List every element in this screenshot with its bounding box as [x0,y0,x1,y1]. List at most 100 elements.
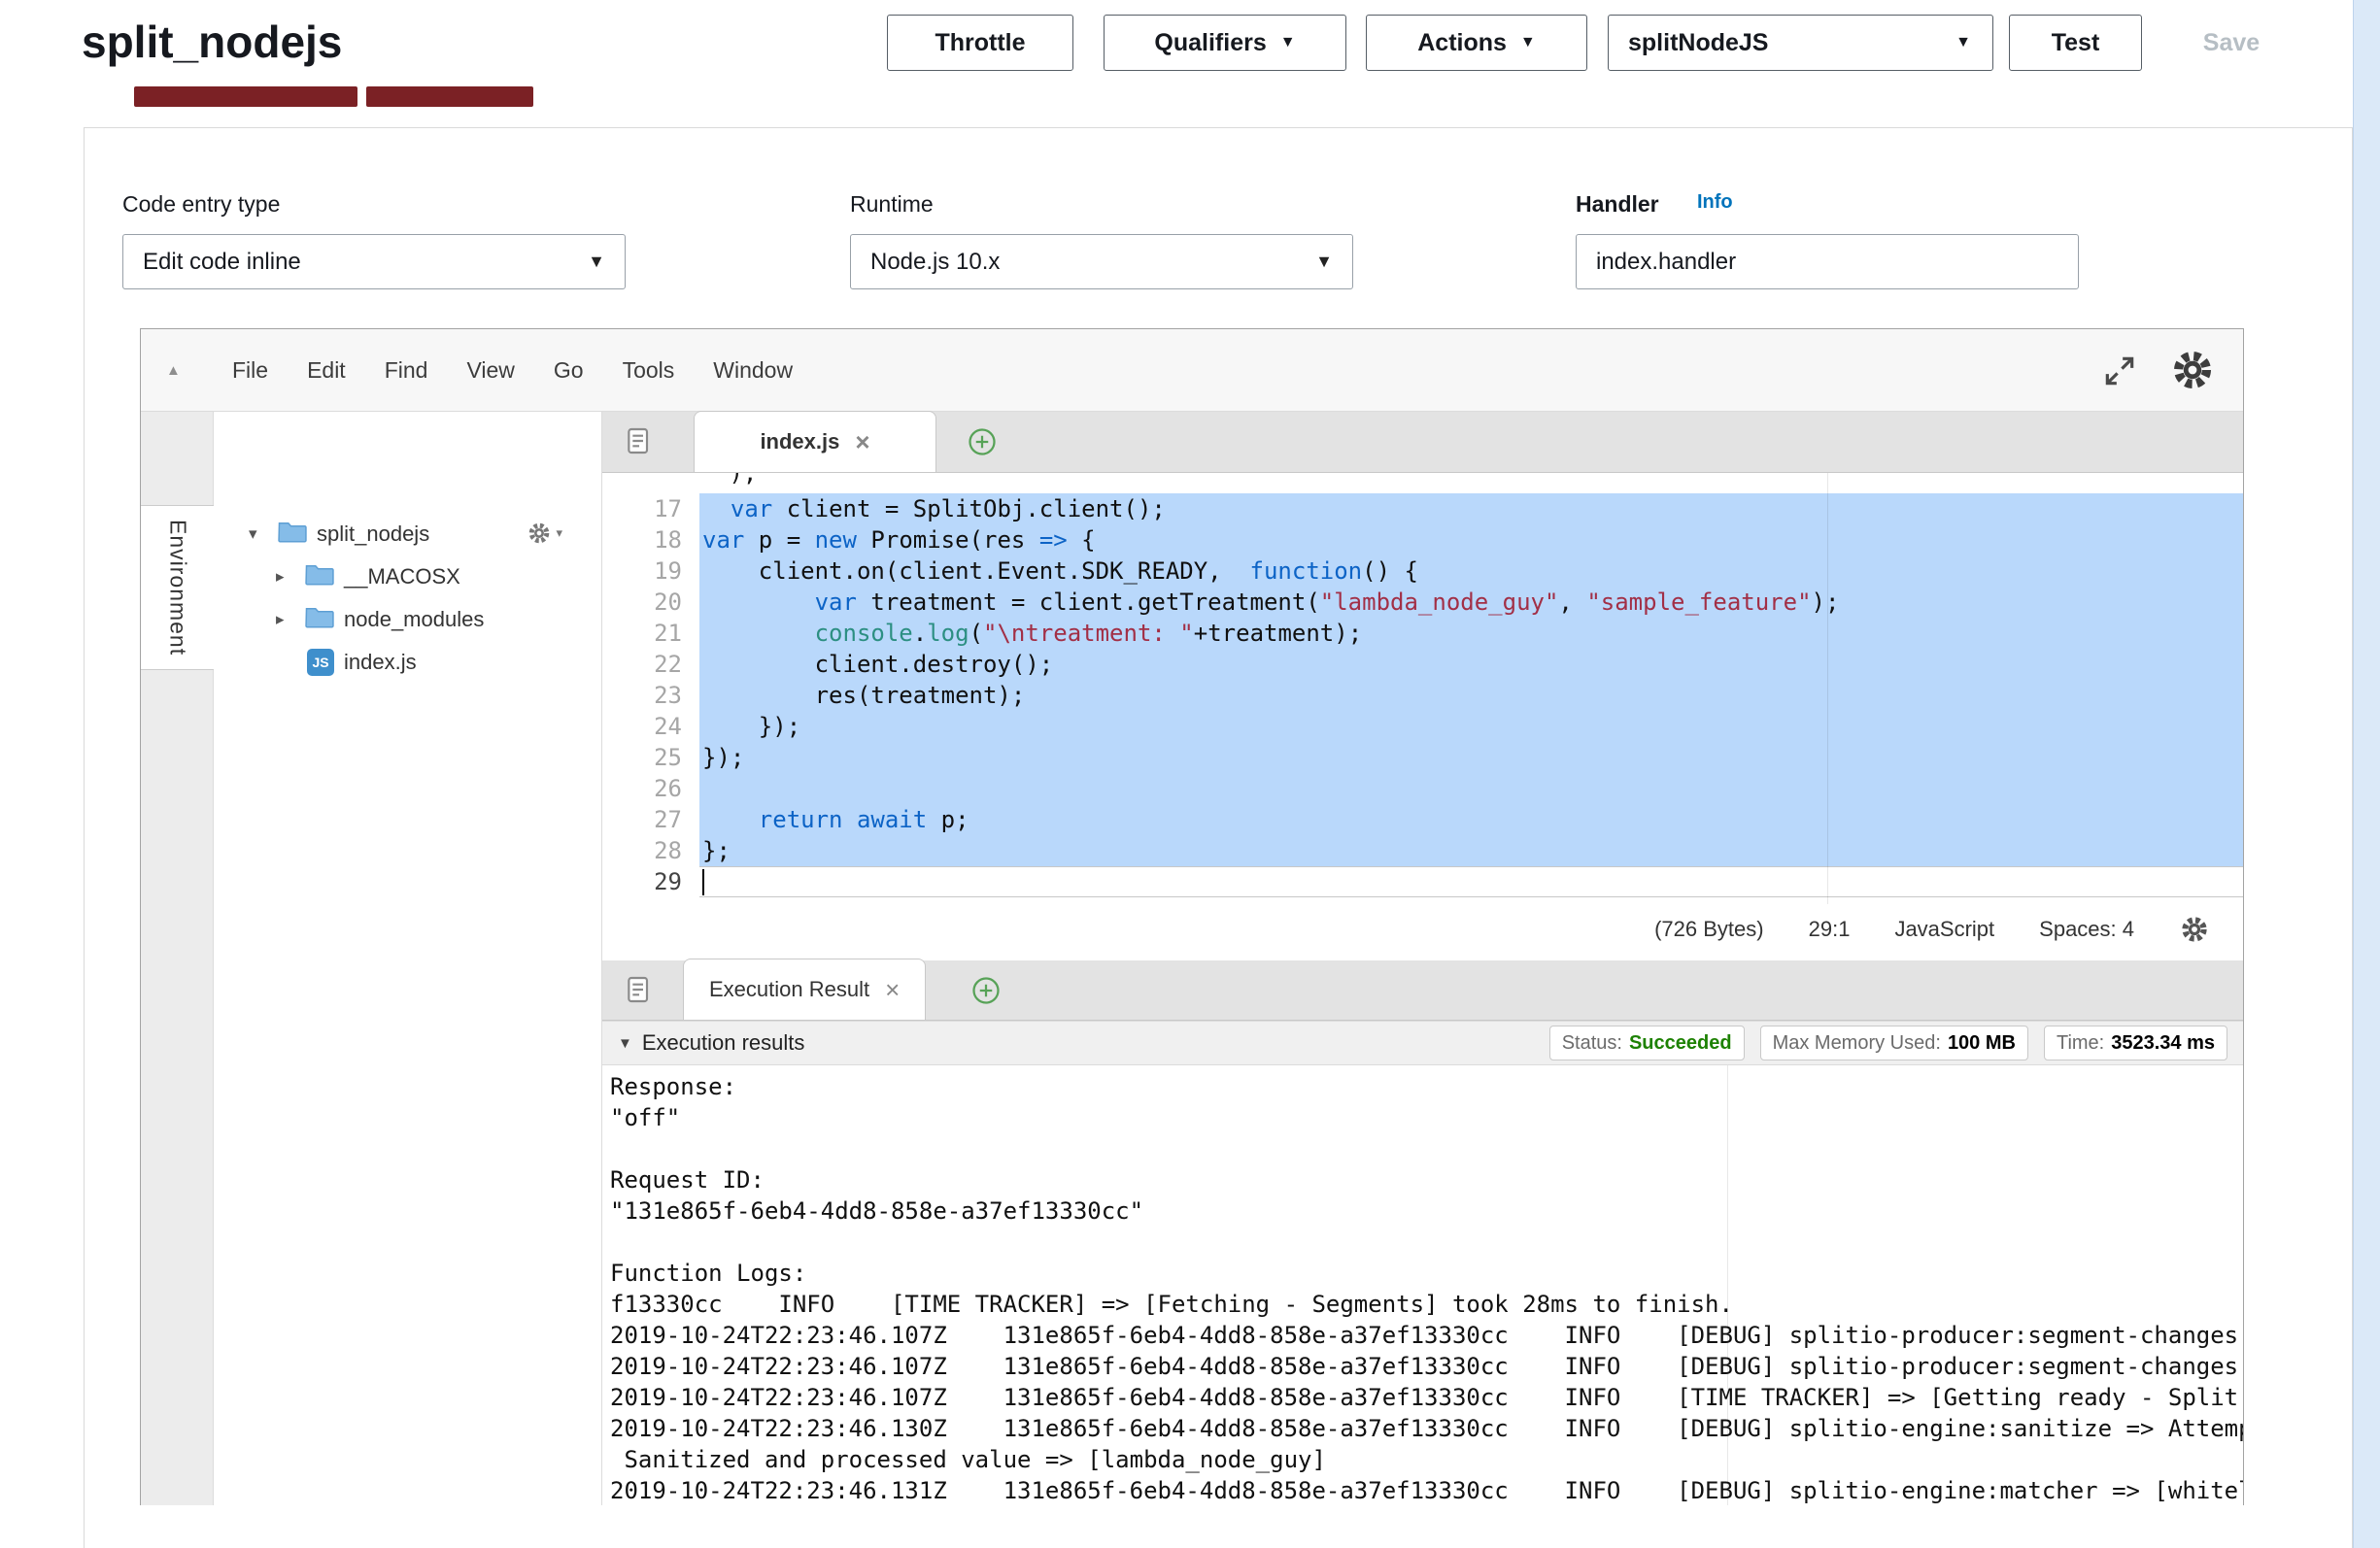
statusbar-settings-gear-icon[interactable] [2179,914,2210,945]
menu-tools[interactable]: Tools [623,357,675,384]
spaces-status[interactable]: Spaces: 4 [2039,917,2134,942]
code-line-22[interactable]: 22 client.destroy(); [602,649,2243,680]
tab-index-js-label: index.js [760,429,839,454]
folder-icon [278,520,307,549]
code-editor-pane[interactable]: "); 17 var client = SplitObj.client();18… [602,473,2243,904]
environment-label: Environment [165,520,191,656]
code-line-26[interactable]: 26 [602,773,2243,804]
menu-find[interactable]: Find [385,357,428,384]
results-margin-line [1727,1065,1728,1505]
qualifiers-button[interactable]: Qualifiers ▼ [1104,15,1346,71]
chevron-down-icon: ▼ [588,252,605,272]
code-line-17[interactable]: 17 var client = SplitObj.client(); [602,493,2243,524]
alias-select[interactable]: splitNodeJS ▼ [1608,15,1993,71]
close-icon[interactable]: × [855,427,869,457]
save-button-disabled[interactable]: Save [2168,15,2295,71]
runtime-select[interactable]: Node.js 10.x ▼ [850,234,1353,289]
time-label: Time: [2057,1032,2104,1055]
clipped-code-line: "); [715,473,757,488]
tree-item-label: index.js [344,650,417,675]
chevron-down-icon: ▼ [1520,34,1536,51]
editor-tabstrip: index.js × [602,412,2243,473]
menu-window[interactable]: Window [713,357,793,384]
test-button[interactable]: Test [2009,15,2142,71]
triangle-down-icon: ▼ [618,1035,632,1052]
clipped-red-banner [366,86,533,107]
tree-settings-gear-icon[interactable]: ▾ [527,521,562,546]
code-line-21[interactable]: 21 console.log("\ntreatment: "+treatment… [602,618,2243,649]
alias-value: splitNodeJS [1628,29,1768,57]
tab-execution-result[interactable]: Execution Result × [683,959,926,1020]
actions-label: Actions [1417,29,1507,57]
tab-list-icon[interactable] [624,425,655,461]
js-file-icon: JS [307,649,334,676]
editor-main-area: index.js × "); 17 var client = SplitObj.… [602,412,2243,1505]
menu-go[interactable]: Go [554,357,584,384]
actions-button[interactable]: Actions ▼ [1366,15,1587,71]
execution-results-toggle[interactable]: ▼ Execution results [618,1030,804,1056]
chevron-down-icon: ▼ [1955,34,1971,51]
execution-results-title: Execution results [642,1030,805,1056]
code-line-24[interactable]: 24 }); [602,711,2243,742]
cursor-position-status[interactable]: 29:1 [1809,917,1851,942]
code-line-18[interactable]: 18var p = new Promise(res => { [602,524,2243,555]
fullscreen-icon[interactable] [2101,353,2138,394]
code-line-28[interactable]: 28}; [602,835,2243,866]
print-margin-line [1827,473,1828,904]
menu-view[interactable]: View [466,357,514,384]
runtime-label: Runtime [850,191,934,218]
clipped-red-banner [134,86,357,107]
file-size-status: (726 Bytes) [1654,917,1764,942]
collapse-menu-icon[interactable]: ▲ [166,329,181,412]
handler-input[interactable] [1576,234,2079,289]
folder-icon [305,605,334,634]
environment-tab[interactable]: Environment [141,505,215,670]
status-badge: Status: Succeeded [1549,1026,1745,1060]
new-tab-icon[interactable] [971,976,1001,1010]
time-value: 3523.34 ms [2111,1032,2215,1055]
menu-file[interactable]: File [232,357,268,384]
results-tabstrip: Execution Result × [602,960,2243,1021]
handler-info-link[interactable]: Info [1697,191,1733,214]
result-badges: Status: Succeeded Max Memory Used: 100 M… [1549,1026,2227,1060]
editor-menubar: ▲ File Edit Find View Go Tools Window [141,329,2243,412]
execution-log-pane[interactable]: Response: "off" Request ID: "131e865f-6e… [602,1065,2243,1505]
tab-execution-result-label: Execution Result [709,977,869,1002]
tree-item-__MACOSX[interactable]: ▸__MACOSX [214,555,601,598]
folder-icon [305,562,334,591]
code-line-27[interactable]: 27 return await p; [602,804,2243,835]
lambda-function-console: split_nodejs Throttle Qualifiers ▼ Actio… [0,0,2380,1548]
code-line-25[interactable]: 25}); [602,742,2243,773]
tree-item-index.js[interactable]: JS index.js [214,641,601,684]
tree-collapsed-icon[interactable]: ▸ [276,610,295,629]
throttle-button[interactable]: Throttle [887,15,1073,71]
page-scrollbar[interactable] [2353,0,2380,1548]
tree-item-split_nodejs[interactable]: ▾split_nodejs▾ [214,513,601,555]
code-line-29[interactable]: 29 [602,866,2243,897]
page-title: split_nodejs [82,16,342,68]
menu-edit[interactable]: Edit [307,357,346,384]
code-entry-type-select[interactable]: Edit code inline ▼ [122,234,626,289]
editor-settings-gear-icon[interactable] [2169,347,2216,398]
close-icon[interactable]: × [885,975,900,1005]
tab-index-js[interactable]: index.js × [694,411,936,472]
file-tree-panel: ▾split_nodejs▾▸__MACOSX▸node_modulesJSin… [214,412,602,1505]
status-label: Status: [1562,1032,1622,1055]
tree-collapsed-icon[interactable]: ▸ [276,567,295,587]
tab-list-icon[interactable] [624,974,655,1010]
chevron-down-icon: ▼ [1280,34,1296,51]
cloud9-editor: ▲ File Edit Find View Go Tools Window Environm… [140,328,2244,1505]
code-line-20[interactable]: 20 var treatment = client.getTreatment("… [602,587,2243,618]
code-entry-type-label: Code entry type [122,191,280,218]
execution-results-header: ▼ Execution results Status: Succeeded Ma… [602,1021,2243,1065]
execution-log[interactable]: Response: "off" Request ID: "131e865f-6e… [610,1071,2243,1505]
new-tab-icon[interactable] [968,427,997,461]
code-line-23[interactable]: 23 res(treatment); [602,680,2243,711]
tree-item-label: node_modules [344,607,484,632]
menu-items: File Edit Find View Go Tools Window [232,329,793,412]
tree-expanded-icon[interactable]: ▾ [249,524,268,544]
code-entry-type-value: Edit code inline [143,249,301,276]
language-status[interactable]: JavaScript [1894,917,1994,942]
code-line-19[interactable]: 19 client.on(client.Event.SDK_READY, fun… [602,555,2243,587]
tree-item-node_modules[interactable]: ▸ node_modules [214,598,601,641]
